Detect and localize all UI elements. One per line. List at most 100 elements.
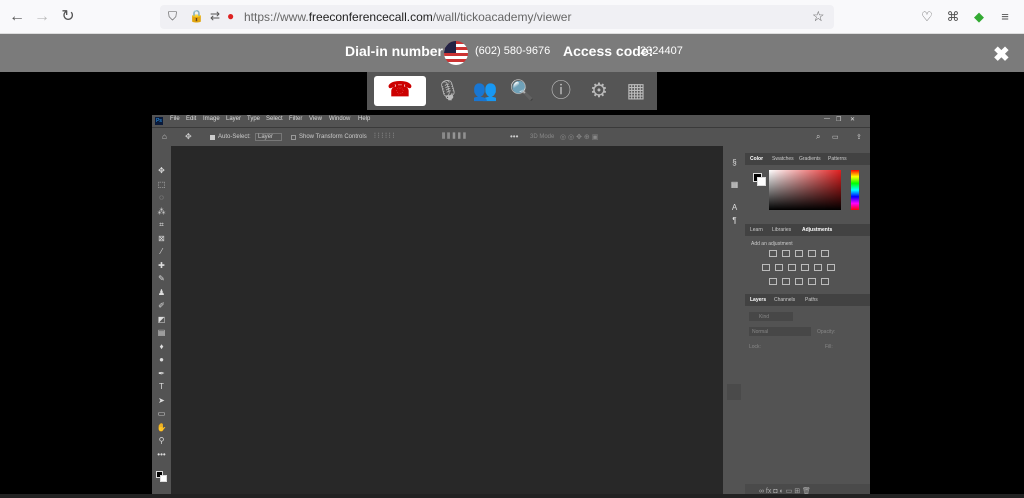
posterize-icon[interactable]: [782, 278, 790, 285]
marquee-icon[interactable]: ⬚: [156, 180, 167, 189]
frame-icon[interactable]: ⊠: [156, 234, 167, 243]
hand-icon[interactable]: ✋: [156, 423, 167, 432]
close-icon[interactable]: ✖: [993, 42, 1010, 67]
forward-arrow-icon[interactable]: →: [33, 8, 51, 26]
tab-color[interactable]: Color: [750, 156, 763, 162]
photo-filter-icon[interactable]: [801, 264, 809, 271]
tab-layers[interactable]: Layers: [750, 297, 766, 303]
curves-icon[interactable]: [795, 250, 803, 257]
auto-select-checkbox[interactable]: [210, 135, 215, 140]
tab-adjustments[interactable]: Adjustments: [802, 227, 832, 233]
color-swatches-icon[interactable]: [156, 471, 167, 482]
transform-checkbox[interactable]: [291, 135, 296, 140]
minimize-icon[interactable]: —: [824, 116, 830, 122]
character-panel-icon[interactable]: A: [729, 203, 740, 212]
hang-up-button[interactable]: ☎: [374, 76, 426, 106]
ps-menu-view[interactable]: View: [309, 116, 322, 122]
move-tool-icon[interactable]: ✥: [185, 132, 192, 141]
tab-swatches[interactable]: Swatches: [772, 156, 794, 162]
home-icon[interactable]: ⌂: [162, 132, 167, 141]
blend-mode-dropdown[interactable]: Normal: [749, 327, 811, 336]
move-icon[interactable]: ✥: [156, 166, 167, 175]
settings-gear-icon[interactable]: ⚙: [585, 78, 613, 104]
eyedropper-icon[interactable]: ⁄: [156, 247, 167, 256]
color-picker-field[interactable]: [769, 170, 841, 210]
participants-icon[interactable]: 👥: [471, 78, 499, 104]
tab-learn[interactable]: Learn: [750, 227, 763, 233]
zoom-icon[interactable]: ⚲: [156, 436, 167, 445]
crop-icon[interactable]: ⌗: [156, 220, 167, 229]
hue-slider[interactable]: [851, 170, 859, 210]
us-flag-icon[interactable]: [444, 41, 468, 65]
back-arrow-icon[interactable]: ←: [8, 8, 26, 26]
tab-paths[interactable]: Paths: [805, 297, 818, 303]
shield-icon[interactable]: ⛉: [168, 9, 177, 24]
properties-panel-icon[interactable]: ▦: [729, 180, 740, 189]
ps-menu-filter[interactable]: Filter: [289, 116, 302, 122]
permissions-icon[interactable]: ⇄: [210, 9, 220, 23]
ps-menu-image[interactable]: Image: [203, 116, 220, 122]
invert-icon[interactable]: [769, 278, 777, 285]
url-text[interactable]: https://www.freeconferencecall.com/wall/…: [244, 10, 571, 24]
brightness-icon[interactable]: [769, 250, 777, 257]
address-bar[interactable]: ⛉ 🔒 ⇄ ● https://www.freeconferencecall.c…: [160, 5, 834, 29]
ps-canvas-area[interactable]: [171, 146, 723, 498]
addon-icon[interactable]: ◆: [971, 9, 987, 25]
more-options-icon[interactable]: •••: [510, 132, 518, 141]
hue-sat-icon[interactable]: [762, 264, 770, 271]
info-icon[interactable]: ⓘ: [547, 78, 575, 104]
paragraph-panel-icon[interactable]: ¶: [729, 216, 740, 225]
ps-menu-layer[interactable]: Layer: [226, 116, 241, 122]
tab-channels[interactable]: Channels: [774, 297, 795, 303]
microphone-button-icon[interactable]: 🎙: [434, 78, 462, 104]
edit-toolbar-icon[interactable]: •••: [156, 450, 167, 459]
extension-icon[interactable]: ⌘: [945, 9, 961, 25]
share-icon[interactable]: ⇪: [856, 133, 862, 141]
blur-icon[interactable]: ♦: [156, 342, 167, 351]
tab-gradients[interactable]: Gradients: [799, 156, 821, 162]
gradient-icon[interactable]: ▤: [156, 328, 167, 337]
eraser-icon[interactable]: ◩: [156, 315, 167, 324]
layer-dropdown[interactable]: Layer: [255, 133, 283, 141]
pen-icon[interactable]: ✒: [156, 369, 167, 378]
exposure-icon[interactable]: [808, 250, 816, 257]
color-lookup-icon[interactable]: [827, 264, 835, 271]
threshold-icon[interactable]: [795, 278, 803, 285]
history-panel-icon[interactable]: §: [729, 158, 740, 167]
type-icon[interactable]: T: [156, 382, 167, 391]
grid-view-icon[interactable]: ▦: [622, 78, 650, 104]
black-white-icon[interactable]: [788, 264, 796, 271]
brush-icon[interactable]: ✎: [156, 274, 167, 283]
quick-select-icon[interactable]: ⁂: [156, 207, 167, 216]
levels-icon[interactable]: [782, 250, 790, 257]
history-brush-icon[interactable]: ✐: [156, 301, 167, 310]
lock-icon[interactable]: 🔒: [189, 9, 204, 23]
lasso-icon[interactable]: ◌: [156, 193, 167, 202]
selective-color-icon[interactable]: [821, 278, 829, 285]
ps-menu-edit[interactable]: Edit: [186, 116, 196, 122]
microphone-icon[interactable]: ●: [227, 9, 234, 23]
vibrance-icon[interactable]: [821, 250, 829, 257]
shape-icon[interactable]: ▭: [156, 409, 167, 418]
tab-patterns[interactable]: Patterns: [828, 156, 847, 162]
channel-mixer-icon[interactable]: [814, 264, 822, 271]
tab-libraries[interactable]: Libraries: [772, 227, 791, 233]
reload-icon[interactable]: ↻: [59, 8, 77, 26]
ps-menu-help[interactable]: Help: [358, 116, 370, 122]
pocket-icon[interactable]: ♡: [919, 9, 935, 25]
distribute-icons[interactable]: ⫼ ⫼ ⫼ ⫼ ⫼: [442, 133, 466, 141]
ps-menu-select[interactable]: Select: [266, 116, 283, 122]
hamburger-menu-icon[interactable]: ≡: [997, 9, 1013, 25]
background-color[interactable]: [757, 177, 766, 186]
collapsed-panel[interactable]: [727, 384, 741, 400]
healing-icon[interactable]: ✚: [156, 261, 167, 270]
ps-menu-type[interactable]: Type: [247, 116, 260, 122]
color-balance-icon[interactable]: [775, 264, 783, 271]
ps-close-icon[interactable]: ✕: [850, 116, 855, 123]
gradient-map-icon[interactable]: [808, 278, 816, 285]
3d-mode-icons[interactable]: ◎ ◎ ✥ ⊕ ▣: [560, 133, 598, 141]
ps-menu-window[interactable]: Window: [329, 116, 350, 122]
ps-search-icon[interactable]: ⌕: [816, 132, 820, 142]
search-icon[interactable]: 🔍: [508, 78, 536, 104]
bookmark-star-icon[interactable]: ☆: [812, 8, 825, 25]
